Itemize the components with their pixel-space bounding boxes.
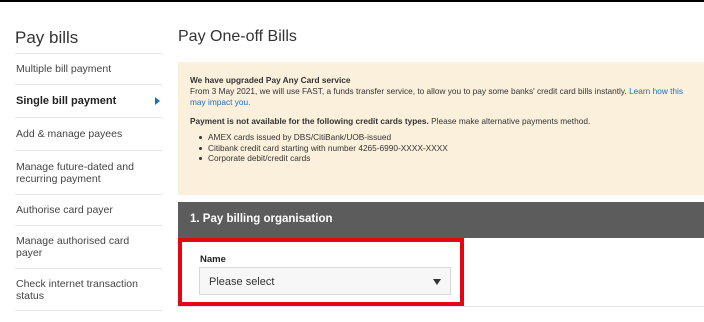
restriction-bold: Payment is not available for the followi… (190, 116, 429, 126)
sidebar: Pay bills Multiple bill payment Single b… (15, 2, 162, 311)
page-title: Pay One-off Bills (178, 28, 297, 45)
sidebar-item-label: Single bill payment (16, 95, 117, 107)
divider (178, 306, 704, 307)
sidebar-item-label: Multiple bill payment (16, 63, 112, 75)
sidebar-item-single-bill-payment[interactable]: Single bill payment (15, 85, 162, 118)
sidebar-item-authorise-card-payer[interactable]: Authorise card payer (15, 195, 162, 226)
name-select-value: Please select (209, 276, 275, 288)
name-field-label: Name (200, 254, 226, 265)
sidebar-item-manage-future-dated[interactable]: Manage future-dated and recurring paymen… (15, 151, 162, 195)
name-select[interactable]: Please select (199, 267, 451, 295)
main-content: Pay One-off Bills We have upgraded Pay A… (178, 2, 704, 307)
sidebar-item-manage-authorised-card-payer[interactable]: Manage authorised card payer (15, 226, 162, 269)
section-header: 1. Pay billing organisation (178, 202, 704, 238)
notice-paragraph: We have upgraded Pay Any Card service Fr… (190, 75, 693, 108)
list-item: Corporate debit/credit cards (199, 153, 693, 164)
sidebar-item-label: Authorise card payer (16, 204, 113, 216)
notice-body: From 3 May 2021, we will use FAST, a fun… (190, 86, 627, 96)
sidebar-item-multiple-bill-payment[interactable]: Multiple bill payment (15, 54, 162, 85)
sidebar-item-label: Add & manage payees (16, 128, 123, 140)
restriction-text: Please make alternative payments method. (431, 116, 591, 126)
caret-right-icon (155, 97, 160, 105)
list-item: Citibank credit card starting with numbe… (199, 143, 693, 154)
sidebar-title: Pay bills (15, 2, 162, 54)
restriction-list: AMEX cards issued by DBS/CitiBank/UOB-is… (190, 132, 693, 164)
list-item: AMEX cards issued by DBS/CitiBank/UOB-is… (199, 132, 693, 143)
restriction-paragraph: Payment is not available for the followi… (190, 116, 693, 127)
sidebar-item-check-transaction-status[interactable]: Check internet transaction status (15, 269, 162, 311)
sidebar-item-add-manage-payees[interactable]: Add & manage payees (15, 118, 162, 151)
notice-box: We have upgraded Pay Any Card service Fr… (178, 62, 704, 195)
notice-heading: We have upgraded Pay Any Card service (190, 75, 351, 85)
chevron-down-icon (433, 279, 441, 285)
sidebar-item-label: Manage authorised card payer (16, 235, 130, 259)
sidebar-item-label: Check internet transaction status (16, 277, 138, 302)
sidebar-item-label: Manage future-dated and recurring paymen… (16, 160, 134, 185)
